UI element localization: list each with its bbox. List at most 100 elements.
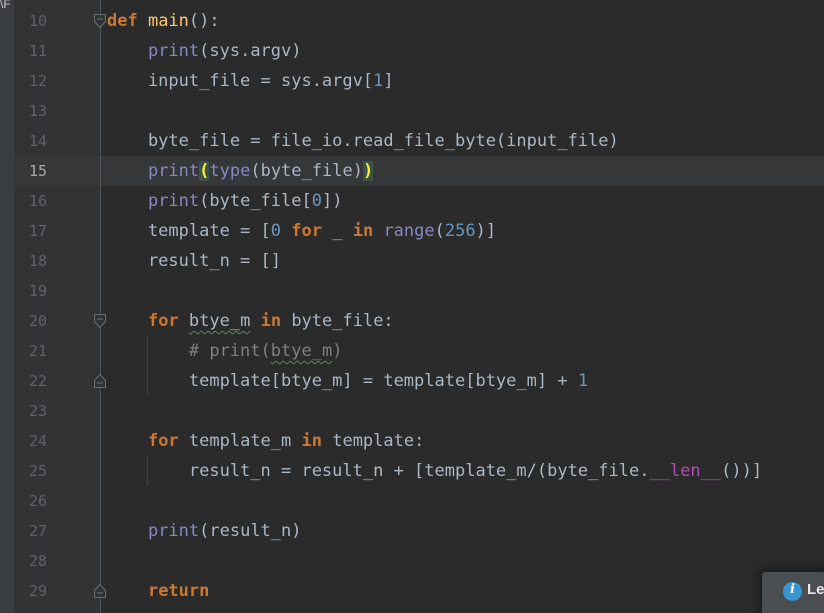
line-number[interactable]: 12: [14, 66, 47, 96]
line-number[interactable]: 21: [14, 336, 47, 366]
line-number[interactable]: 29: [14, 576, 47, 606]
code-line[interactable]: input_file = sys.argv[1]: [107, 66, 394, 96]
code-editor-window: \F 10 def main(): 11 print(sys.argv) 12 inp…: [0, 0, 824, 613]
code-token: (sys.argv): [199, 41, 302, 61]
code-token: template_m: [178, 431, 302, 451]
code-token: )]: [475, 221, 497, 241]
line-number[interactable]: 10: [14, 6, 47, 36]
code-token: __len__: [649, 461, 722, 481]
line-number[interactable]: 16: [14, 186, 47, 216]
line-number[interactable]: 19: [14, 276, 47, 306]
side-panel-label: \F: [0, 0, 11, 11]
code-token: (: [434, 221, 445, 241]
notification-popup[interactable]: i Le: [762, 572, 824, 613]
code-token: template[btye_m] = template[btye_m] +: [107, 371, 578, 391]
code-token: ]: [383, 71, 394, 91]
code-token: def: [107, 11, 138, 31]
code-line[interactable]: for btye_m in byte_file:: [107, 306, 394, 336]
code-token: (: [199, 161, 210, 181]
code-token: in: [260, 311, 282, 331]
line-number[interactable]: 14: [14, 126, 47, 156]
line-number[interactable]: 23: [14, 396, 47, 426]
info-icon: i: [783, 582, 802, 601]
code-token: 256: [444, 221, 476, 241]
code-token: (byte_file[: [199, 191, 312, 211]
line-number[interactable]: 11: [14, 36, 47, 66]
code-token: range: [383, 221, 435, 241]
code-token: ())]: [721, 461, 763, 481]
line-number[interactable]: 27: [14, 516, 47, 546]
code-token: for: [147, 431, 179, 451]
code-token: (result_n): [199, 521, 302, 541]
code-token: 1: [373, 71, 384, 91]
code-line[interactable]: template = [0 for _ in range(256)]: [107, 216, 496, 246]
code-token: template = [: [107, 221, 271, 241]
code-token: print: [147, 161, 200, 181]
line-number[interactable]: 26: [14, 486, 47, 516]
code-token: _: [321, 221, 353, 241]
code-line[interactable]: for template_m in template:: [107, 426, 424, 456]
code-token: 0: [311, 191, 322, 211]
line-number[interactable]: 15: [14, 156, 47, 186]
fold-start-icon[interactable]: [93, 313, 107, 329]
code-token: 0: [270, 221, 282, 241]
code-token: print: [147, 191, 200, 211]
code-token: # print(: [107, 341, 271, 361]
code-line[interactable]: print(sys.argv): [107, 36, 302, 66]
line-number[interactable]: 20: [14, 306, 47, 336]
code-token: input_file = sys.argv[: [107, 71, 374, 91]
code-line[interactable]: result_n = []: [107, 246, 281, 276]
code-line[interactable]: print(byte_file[0]): [107, 186, 343, 216]
code-token: btye_m: [188, 311, 251, 331]
code-line[interactable]: return: [107, 576, 209, 606]
code-token: result_n = []: [107, 251, 281, 271]
code-token: for: [147, 311, 179, 331]
code-token: ():: [188, 11, 220, 31]
line-number[interactable]: 22: [14, 366, 47, 396]
code-token: template:: [321, 431, 425, 451]
notification-label: Le: [807, 581, 824, 598]
gutter-divider: [100, 0, 101, 613]
code-line[interactable]: result_n = result_n + [template_m/(byte_…: [107, 456, 762, 486]
fold-end-icon[interactable]: [93, 583, 107, 599]
line-number[interactable]: 17: [14, 216, 47, 246]
code-token: ): [362, 161, 374, 181]
code-token: ]): [321, 191, 343, 211]
line-number[interactable]: 24: [14, 426, 47, 456]
code-line[interactable]: print(type(byte_file)): [107, 156, 374, 186]
code-token: ): [332, 341, 343, 361]
code-token: in: [301, 431, 322, 451]
code-token: for: [291, 221, 322, 241]
line-number[interactable]: 28: [14, 546, 47, 576]
fold-start-icon[interactable]: [93, 13, 107, 29]
code-token: print: [147, 521, 200, 541]
line-number[interactable]: 25: [14, 456, 47, 486]
code-token: type: [209, 161, 251, 181]
code-token: main: [147, 11, 189, 31]
code-token: 1: [577, 371, 589, 391]
code-line[interactable]: template[btye_m] = template[btye_m] + 1: [107, 366, 588, 396]
code-line[interactable]: byte_file = file_io.read_file_byte(input…: [107, 126, 619, 156]
code-token: (byte_file): [250, 161, 363, 181]
code-line[interactable]: # print(btye_m): [107, 336, 343, 366]
side-panel-edge[interactable]: \F: [0, 0, 14, 613]
line-number[interactable]: 13: [14, 96, 47, 126]
code-line[interactable]: def main():: [107, 6, 220, 36]
code-line[interactable]: print(result_n): [107, 516, 302, 546]
fold-end-icon[interactable]: [93, 373, 107, 389]
code-token: result_n = result_n + [template_m/(byte_…: [107, 461, 650, 481]
code-token: btye_m: [270, 341, 333, 361]
code-token: print: [147, 41, 200, 61]
code-token: return: [147, 581, 210, 601]
line-number[interactable]: 18: [14, 246, 47, 276]
